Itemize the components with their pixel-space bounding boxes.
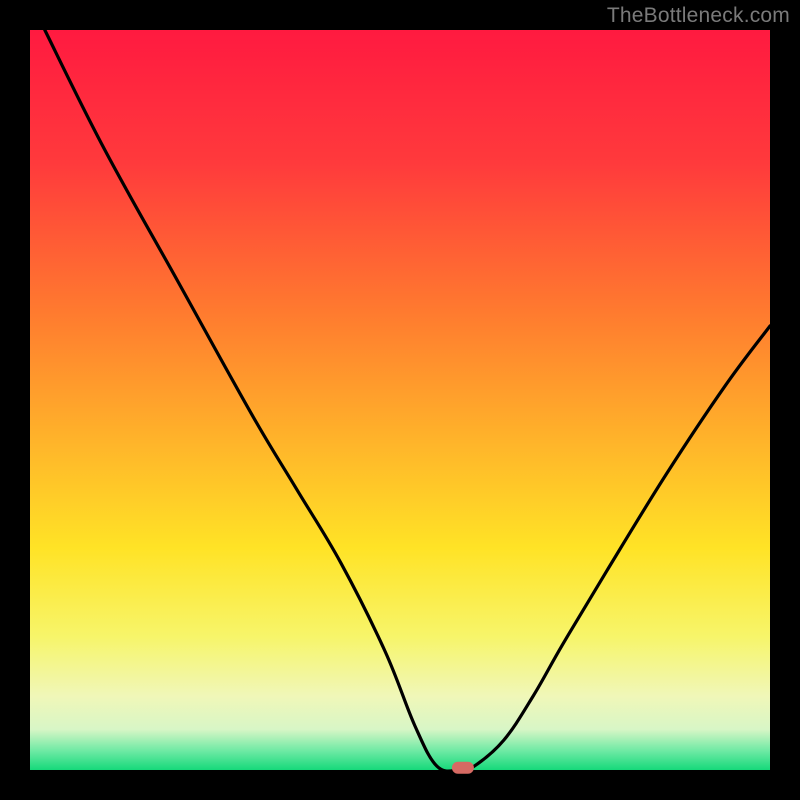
- watermark-text: TheBottleneck.com: [607, 4, 790, 28]
- chart-stage: TheBottleneck.com: [0, 0, 800, 800]
- plot-background: [30, 30, 770, 770]
- bottleneck-chart: [0, 0, 800, 800]
- optimum-marker: [452, 762, 474, 774]
